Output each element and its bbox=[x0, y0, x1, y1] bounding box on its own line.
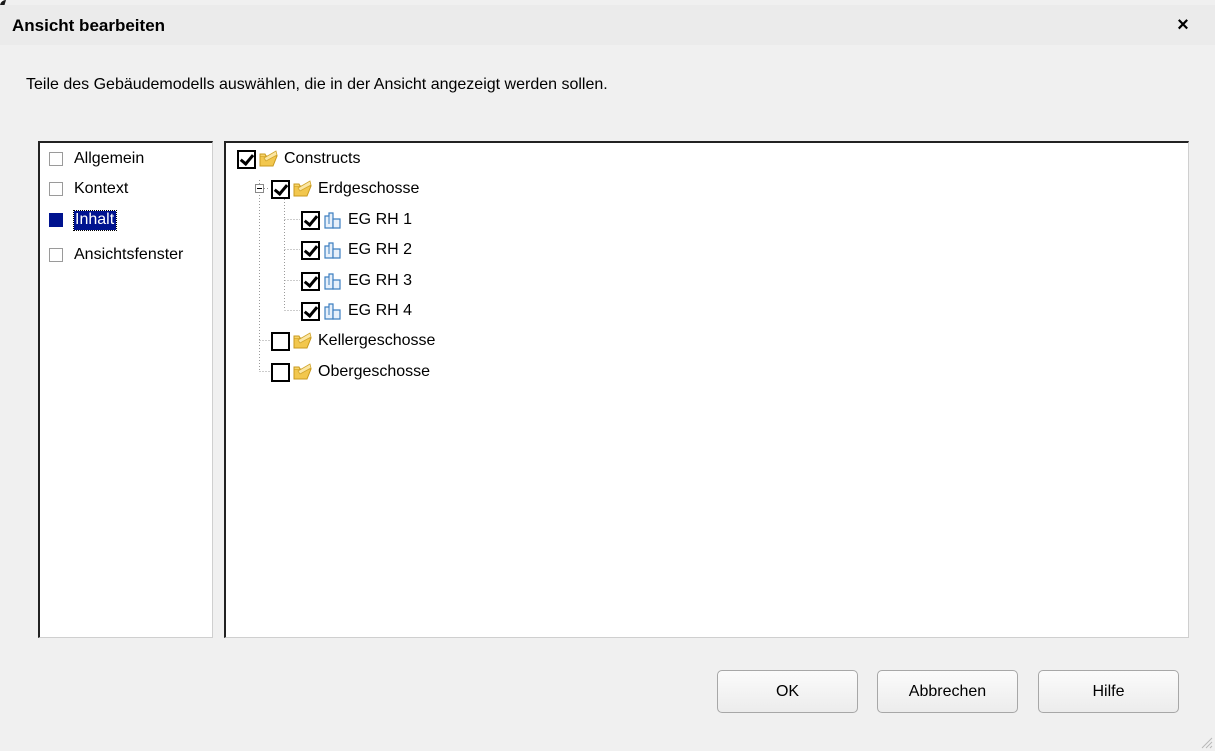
model-tree[interactable]: Constructs Erdgeschosse EG RH 1 EG RH 2 … bbox=[224, 141, 1189, 638]
help-button[interactable]: Hilfe bbox=[1038, 670, 1179, 713]
category-item-kontext[interactable]: Kontext bbox=[49, 178, 128, 200]
folder-icon bbox=[293, 332, 312, 349]
tree-node-label: EG RH 1 bbox=[348, 211, 413, 228]
tree-node-label: EG RH 3 bbox=[348, 272, 413, 289]
tree-node-label: Constructs bbox=[284, 150, 361, 167]
category-label: Allgemein bbox=[74, 150, 145, 167]
category-item-allgemein[interactable]: Allgemein bbox=[49, 148, 144, 170]
checkbox[interactable] bbox=[271, 362, 290, 382]
category-label: Ansichtsfenster bbox=[74, 246, 184, 263]
ok-button[interactable]: OK bbox=[717, 670, 858, 713]
tree-node-label: Kellergeschosse bbox=[318, 332, 436, 349]
tree-node-eg-rh-2[interactable]: EG RH 2 bbox=[301, 237, 412, 263]
checkbox[interactable] bbox=[301, 271, 320, 291]
category-list[interactable]: Allgemein Kontext Inhalt Ansichtsfenster bbox=[38, 141, 213, 638]
category-checkbox[interactable] bbox=[49, 213, 63, 227]
folder-icon bbox=[259, 150, 278, 167]
edit-view-dialog: Ansicht bearbeiten × Teile des Gebäudemo… bbox=[0, 0, 1215, 751]
folder-icon bbox=[293, 180, 312, 197]
category-checkbox[interactable] bbox=[49, 152, 63, 166]
category-item-inhalt[interactable]: Inhalt bbox=[49, 209, 118, 231]
building-part-icon bbox=[324, 303, 341, 320]
tree-node-label: Obergeschosse bbox=[318, 363, 431, 380]
category-checkbox[interactable] bbox=[49, 182, 63, 196]
folder-icon bbox=[293, 363, 312, 380]
checkbox[interactable] bbox=[301, 301, 320, 321]
resize-grip-icon[interactable] bbox=[1199, 735, 1213, 749]
checkbox[interactable] bbox=[301, 240, 320, 260]
checkbox[interactable] bbox=[271, 179, 290, 199]
category-label: Kontext bbox=[74, 180, 129, 197]
tree-node-label: EG RH 4 bbox=[348, 302, 413, 319]
category-label: Inhalt bbox=[72, 209, 118, 231]
cancel-button[interactable]: Abbrechen bbox=[877, 670, 1018, 713]
building-part-icon bbox=[324, 242, 341, 259]
tree-node-label: EG RH 2 bbox=[348, 241, 413, 258]
tree-node-constructs[interactable]: Constructs bbox=[237, 146, 360, 172]
tree-node-erdgeschosse[interactable]: Erdgeschosse bbox=[271, 176, 419, 202]
building-part-icon bbox=[324, 212, 341, 229]
dialog-title: Ansicht bearbeiten bbox=[12, 16, 166, 35]
checkbox[interactable] bbox=[271, 331, 290, 351]
tree-node-obergeschosse[interactable]: Obergeschosse bbox=[271, 359, 430, 385]
checkbox[interactable] bbox=[301, 210, 320, 230]
checkbox[interactable] bbox=[237, 149, 256, 169]
tree-node-eg-rh-3[interactable]: EG RH 3 bbox=[301, 268, 412, 294]
building-part-icon bbox=[324, 273, 341, 290]
tree-node-kellergeschosse[interactable]: Kellergeschosse bbox=[271, 328, 435, 354]
instruction-text: Teile des Gebäudemodells auswählen, die … bbox=[26, 76, 608, 93]
close-button[interactable]: × bbox=[1173, 14, 1193, 36]
tree-node-label: Erdgeschosse bbox=[318, 180, 420, 197]
category-checkbox[interactable] bbox=[49, 248, 63, 262]
tree-node-eg-rh-4[interactable]: EG RH 4 bbox=[301, 298, 412, 324]
title-bar[interactable]: Ansicht bearbeiten × bbox=[0, 5, 1215, 45]
collapse-toggle-icon[interactable] bbox=[255, 184, 264, 193]
category-item-ansichtsfenster[interactable]: Ansichtsfenster bbox=[49, 244, 183, 266]
tree-node-eg-rh-1[interactable]: EG RH 1 bbox=[301, 207, 412, 233]
